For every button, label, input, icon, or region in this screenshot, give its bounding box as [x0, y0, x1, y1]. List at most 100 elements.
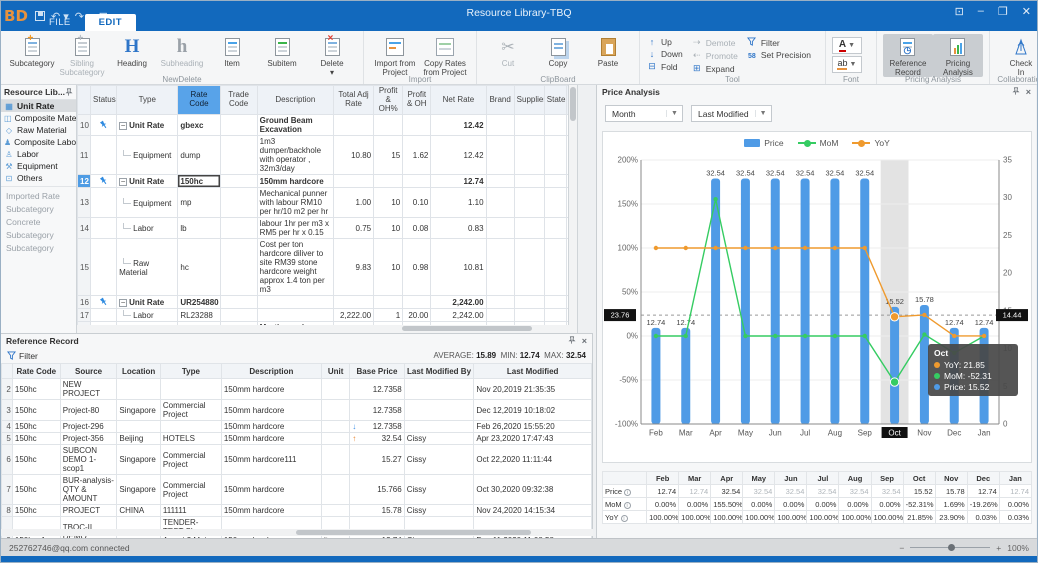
type-cell[interactable]: Labor — [117, 218, 178, 239]
subheading-button[interactable]: hSubheading — [157, 34, 207, 68]
ref-source-cell[interactable]: PROJECT — [60, 505, 117, 517]
net-rate-cell[interactable]: 12.74 — [431, 175, 486, 188]
ref-base-price-cell[interactable]: 12.7358 — [350, 379, 404, 400]
rate-code-cell[interactable]: mp — [178, 188, 220, 218]
sidebar-subitem-subcategory[interactable]: Subcategory — [1, 241, 76, 254]
row-number[interactable]: 15 — [78, 239, 91, 296]
subitem-button[interactable]: Subitem — [257, 34, 307, 68]
sidebar-subitem-subcategory[interactable]: Subcategory — [1, 202, 76, 215]
profit-oh-cell[interactable]: 0.10 — [403, 188, 431, 218]
type-cell[interactable]: Raw Material — [117, 239, 178, 296]
rate-code-cell[interactable]: hc — [178, 239, 220, 296]
net-rate-cell[interactable]: 12.42 — [431, 136, 486, 175]
net-rate-cell[interactable]: 0.83 — [431, 218, 486, 239]
state-cell[interactable] — [544, 188, 566, 218]
collapse-icon[interactable]: − — [119, 178, 127, 186]
profit-oh-cell[interactable]: 0.08 — [403, 218, 431, 239]
ref-last-modified-cell[interactable]: Oct 22,2020 11:11:44 — [474, 445, 592, 475]
ref-source-cell[interactable]: NEW PROJECT — [60, 379, 117, 400]
row-number[interactable]: 10 — [78, 115, 91, 136]
supplier-cell[interactable] — [514, 296, 544, 309]
profit-oh-cell[interactable]: 1.62 — [403, 136, 431, 175]
ref-type-cell[interactable]: HOTELS — [160, 433, 221, 445]
sidebar-item-labor[interactable]: ♙Labor — [1, 148, 76, 160]
legend-item-mom[interactable]: MoM — [798, 138, 839, 148]
description-cell[interactable] — [257, 309, 333, 322]
ref-location-cell[interactable]: Singapore — [117, 445, 161, 475]
heading-button[interactable]: HHeading — [107, 34, 157, 68]
ribbon-tab-edit[interactable]: EDIT — [85, 14, 136, 31]
demote-button[interactable]: ⇢Demote — [691, 37, 738, 48]
brand-cell[interactable] — [486, 296, 514, 309]
ref-modified-by-cell[interactable]: Cissy — [404, 505, 474, 517]
sidebar-subitem-subcategory[interactable]: Subcategory — [1, 228, 76, 241]
ref-column-header-last-modified[interactable]: Last Modified — [474, 364, 592, 379]
ref-source-cell[interactable]: Project-356 — [60, 433, 117, 445]
state-cell[interactable] — [544, 218, 566, 239]
profit-oh-cell[interactable]: 20.00 — [403, 309, 431, 322]
info-icon[interactable]: i — [624, 502, 631, 509]
ref-description-cell[interactable]: 150mm hardcore — [221, 505, 321, 517]
supplier-cell[interactable] — [514, 309, 544, 322]
supplier-cell[interactable] — [514, 218, 544, 239]
profit-oh-cell[interactable] — [403, 115, 431, 136]
ref-location-cell[interactable]: Singapore — [117, 475, 161, 505]
sidebar-subitem-imported-rate[interactable]: Imported Rate — [1, 189, 76, 202]
reference-button[interactable]: ◷Reference Record — [883, 34, 933, 77]
profit-oh-pct-cell[interactable]: 10 — [374, 218, 403, 239]
total-adj-rate-cell[interactable] — [333, 175, 373, 188]
profit-oh-cell[interactable] — [403, 175, 431, 188]
state-cell[interactable] — [544, 136, 566, 175]
zoom-slider[interactable] — [910, 547, 990, 548]
ref-unit-cell[interactable] — [321, 445, 349, 475]
row-number[interactable]: 14 — [78, 218, 91, 239]
type-cell[interactable]: −Unit Rate — [117, 296, 178, 309]
ref-modified-by-cell[interactable] — [404, 421, 474, 433]
ref-unit-cell[interactable] — [321, 400, 349, 421]
pin-icon[interactable] — [65, 88, 73, 96]
net-rate-cell[interactable]: 12.42 — [431, 115, 486, 136]
grid-vertical-scrollbar[interactable] — [569, 85, 578, 333]
trade-code-cell[interactable] — [220, 218, 257, 239]
row-number[interactable]: 17 — [78, 309, 91, 322]
grid-column-header-brand[interactable]: Brand — [486, 86, 514, 115]
row-number[interactable]: 13 — [78, 188, 91, 218]
grid-column-header-profit-oh-[interactable]: Profit & OH% — [374, 86, 403, 115]
copy-button[interactable]: Copy — [533, 34, 583, 68]
net-rate-cell[interactable]: 2,242.00 — [431, 296, 486, 309]
interval-dropdown[interactable]: Month ▼ — [605, 105, 683, 122]
type-cell[interactable]: −Unit Rate — [117, 175, 178, 188]
paste-button[interactable]: Paste — [583, 34, 633, 68]
ref-unit-cell[interactable] — [321, 475, 349, 505]
ref-modified-by-cell[interactable] — [404, 379, 474, 400]
info-icon[interactable]: i — [624, 489, 631, 496]
total-adj-rate-cell[interactable]: 2,222.00 — [333, 309, 373, 322]
supplier-cell[interactable] — [514, 136, 544, 175]
grid-column-header-state[interactable]: State — [544, 86, 566, 115]
sidebar-subitem-concrete[interactable]: Concrete — [1, 215, 76, 228]
state-cell[interactable] — [544, 175, 566, 188]
grid-column-header-net-rate[interactable]: Net Rate — [431, 86, 486, 115]
sidebar-item-others[interactable]: ⊡Others — [1, 172, 76, 184]
brand-cell[interactable] — [486, 309, 514, 322]
description-cell[interactable]: 150mm hardcore — [257, 175, 333, 188]
ref-rate-code-cell[interactable]: 150hc — [12, 379, 60, 400]
sidebar-item-raw-material[interactable]: ◇Raw Material — [1, 124, 76, 136]
ref-source-cell[interactable]: Project-80 — [60, 400, 117, 421]
ref-rate-code-cell[interactable]: 150hc — [12, 445, 60, 475]
info-icon[interactable]: i — [621, 515, 628, 522]
trade-code-cell[interactable] — [220, 296, 257, 309]
pin-icon[interactable] — [568, 336, 576, 344]
close-panel-icon[interactable]: × — [1026, 87, 1031, 97]
cut-button[interactable]: ✂Cut — [483, 34, 533, 68]
ribbon-tab-file[interactable]: FILE — [35, 14, 85, 31]
trade-code-cell[interactable] — [220, 136, 257, 175]
reference-horizontal-scrollbar[interactable] — [1, 529, 593, 536]
brand-cell[interactable] — [486, 239, 514, 296]
grid-column-header-rownum[interactable] — [78, 86, 91, 115]
ref-modified-by-cell[interactable]: Cissy — [404, 445, 474, 475]
feedback-icon[interactable]: ⊡ — [955, 5, 964, 18]
grid-column-header-profit-oh[interactable]: Profit & OH — [403, 86, 431, 115]
sibling-button[interactable]: +Sibling Subcategory — [57, 34, 107, 77]
ref-source-cell[interactable]: SUBCON DEMO 1-scop1 — [60, 445, 117, 475]
